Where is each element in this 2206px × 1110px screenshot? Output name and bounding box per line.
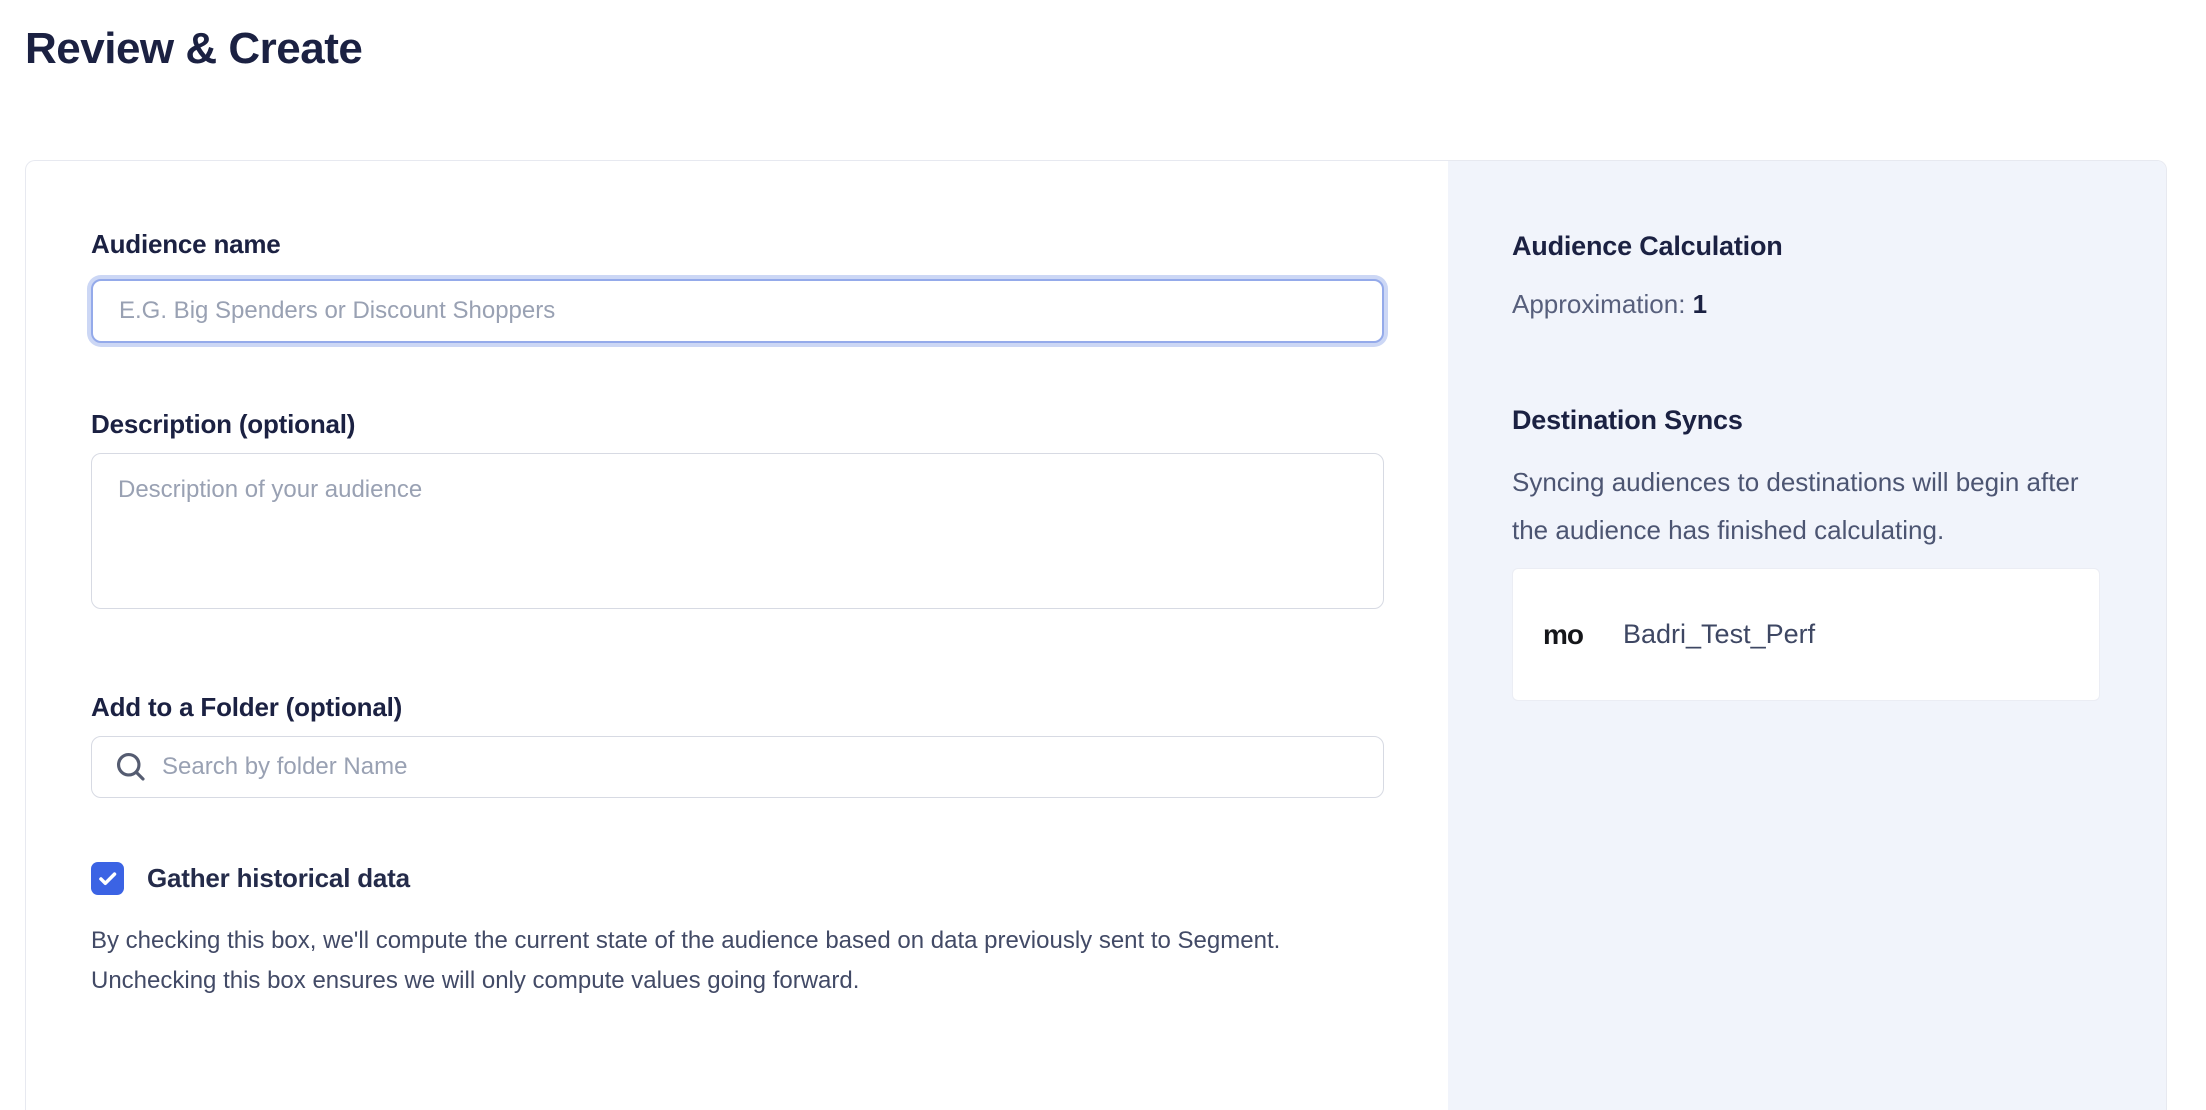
description-textarea[interactable] (91, 453, 1384, 609)
historical-help-text: By checking this box, we'll compute the … (91, 921, 1384, 1001)
gather-historical-label[interactable]: Gather historical data (147, 863, 410, 894)
gather-historical-row: Gather historical data (91, 862, 1384, 895)
approximation-value: 1 (1693, 289, 1707, 319)
page-title: Review & Create (25, 22, 2206, 75)
summary-panel: Audience Calculation Approximation: 1 De… (1448, 161, 2166, 1110)
approximation-line: Approximation: 1 (1512, 288, 2100, 320)
gather-historical-checkbox[interactable] (91, 862, 124, 895)
destination-syncs-title: Destination Syncs (1512, 404, 2100, 436)
destination-syncs-description: Syncing audiences to destinations will b… (1512, 458, 2100, 554)
checkmark-icon (97, 868, 118, 889)
folder-label: Add to a Folder (optional) (91, 692, 1384, 722)
destination-logo-moengage: mo (1543, 619, 1583, 651)
destination-name: Badri_Test_Perf (1623, 619, 1815, 650)
review-create-card: Audience name Description (optional) Add… (25, 160, 2167, 1110)
audience-form: Audience name Description (optional) Add… (26, 161, 1448, 1110)
approximation-label: Approximation: (1512, 289, 1693, 319)
folder-search-field (91, 736, 1384, 798)
folder-search-input[interactable] (91, 736, 1384, 798)
audience-calculation-title: Audience Calculation (1512, 230, 2100, 262)
audience-name-input[interactable] (91, 279, 1384, 343)
description-label: Description (optional) (91, 409, 1384, 439)
destination-sync-card: mo Badri_Test_Perf (1512, 568, 2100, 701)
audience-name-label: Audience name (91, 229, 1384, 259)
